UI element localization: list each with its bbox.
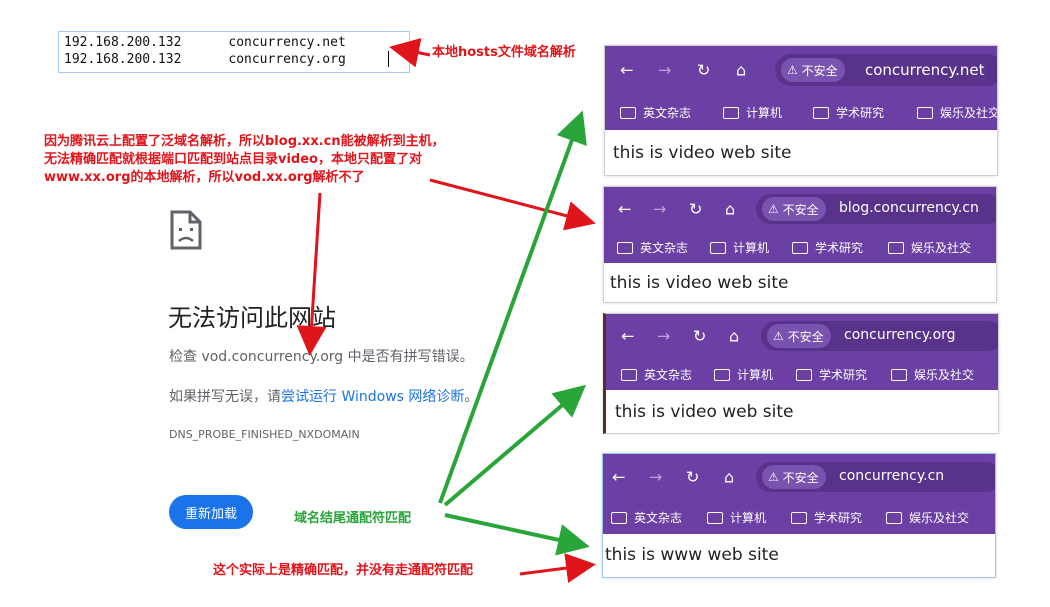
annotation-arrows: [296, 37, 596, 583]
arrow-exact: [519, 553, 596, 583]
arrow-to-error: [296, 192, 327, 356]
arrow-to-blog: [429, 178, 596, 231]
arrow-green-cn: [444, 513, 590, 556]
arrow-hosts: [389, 37, 431, 68]
arrow-green-org: [443, 384, 587, 507]
arrow-green-net: [438, 110, 587, 504]
